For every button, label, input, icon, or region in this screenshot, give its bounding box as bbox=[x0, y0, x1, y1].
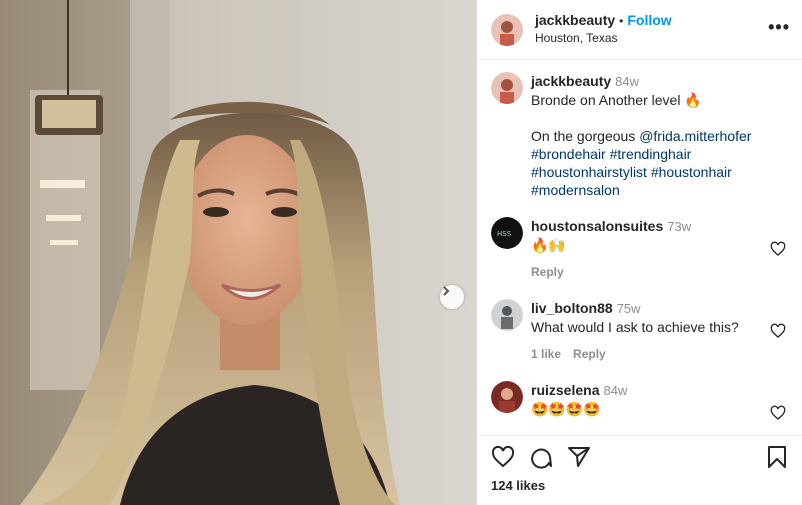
reply-button[interactable]: Reply bbox=[573, 347, 606, 361]
comment-time: 73w bbox=[667, 219, 692, 234]
chevron-right-icon bbox=[443, 286, 450, 296]
post-footer: 124 likes bbox=[477, 435, 802, 505]
heart-icon[interactable] bbox=[491, 445, 515, 469]
comment-text: 🤩🤩🤩🤩 bbox=[531, 401, 601, 417]
mention-link[interactable]: @frida.mitterhofer bbox=[639, 128, 751, 144]
portrait-photo bbox=[0, 0, 476, 505]
next-photo-button[interactable] bbox=[440, 285, 464, 309]
comment-like-heart-icon[interactable] bbox=[770, 323, 786, 339]
comment-time: 84w bbox=[603, 383, 628, 398]
caption: jackkbeauty 84w Bronde on Another level 🔥… bbox=[491, 72, 788, 199]
follow-button[interactable]: Follow bbox=[627, 12, 671, 28]
caption-avatar[interactable] bbox=[491, 72, 523, 104]
caption-username[interactable]: jackkbeauty bbox=[531, 73, 611, 89]
comments-list[interactable]: jackkbeauty 84w Bronde on Another level 🔥… bbox=[477, 60, 802, 435]
comment-username[interactable]: houstonsalonsuites bbox=[531, 218, 663, 234]
commenter-avatar[interactable] bbox=[491, 381, 523, 413]
svg-text:HSS: HSS bbox=[497, 230, 512, 238]
hashtag-link[interactable]: #houstonhair bbox=[651, 164, 732, 180]
comment-item: HSS houstonsalonsuites 73w 🔥🙌 Reply bbox=[491, 217, 788, 281]
comment-item: ruizselena 84w 🤩🤩🤩🤩 bbox=[491, 381, 788, 421]
hashtag-link[interactable]: #modernsalon bbox=[531, 182, 620, 198]
likes-count-button[interactable]: 1 like bbox=[531, 347, 561, 361]
comment-like-heart-icon[interactable] bbox=[770, 405, 786, 421]
comment-like-heart-icon[interactable] bbox=[770, 241, 786, 257]
author-avatar[interactable] bbox=[491, 13, 523, 46]
caption-line2: On the gorgeous bbox=[531, 128, 640, 144]
bookmark-icon[interactable] bbox=[766, 445, 788, 469]
action-bar bbox=[491, 436, 788, 478]
post-location[interactable]: Houston, Texas bbox=[535, 30, 672, 47]
hashtag-link[interactable]: #trendinghair bbox=[610, 146, 692, 162]
likes-count[interactable]: 124 likes bbox=[491, 478, 788, 493]
hashtag-link[interactable]: #houstonhairstylist bbox=[531, 164, 647, 180]
caption-time: 84w bbox=[615, 74, 640, 89]
comment-icon[interactable] bbox=[529, 445, 553, 469]
commenter-avatar[interactable]: HSS bbox=[491, 217, 523, 249]
comment-time: 75w bbox=[616, 301, 641, 316]
comment-username[interactable]: liv_bolton88 bbox=[531, 300, 613, 316]
caption-line1: Bronde on Another level 🔥 bbox=[531, 92, 702, 108]
comment-username[interactable]: ruizselena bbox=[531, 382, 599, 398]
share-icon[interactable] bbox=[567, 445, 591, 469]
more-options-icon[interactable]: ••• bbox=[768, 18, 790, 36]
comment-item: liv_bolton88 75w What would I ask to achi… bbox=[491, 299, 788, 363]
post-header: jackkbeauty • Follow Houston, Texas ••• bbox=[477, 0, 802, 60]
post-side-panel: jackkbeauty • Follow Houston, Texas ••• ja… bbox=[476, 0, 802, 505]
post-dialog: jackkbeauty • Follow Houston, Texas ••• ja… bbox=[0, 0, 802, 505]
hashtag-link[interactable]: #brondehair bbox=[531, 146, 606, 162]
author-username[interactable]: jackkbeauty bbox=[535, 12, 615, 28]
separator-dot: • bbox=[619, 14, 624, 28]
reply-button[interactable]: Reply bbox=[531, 265, 564, 279]
post-image bbox=[0, 0, 476, 505]
comment-text: 🔥🙌 bbox=[531, 237, 566, 253]
comment-text: What would I ask to achieve this? bbox=[531, 319, 739, 335]
commenter-avatar[interactable] bbox=[491, 299, 523, 331]
